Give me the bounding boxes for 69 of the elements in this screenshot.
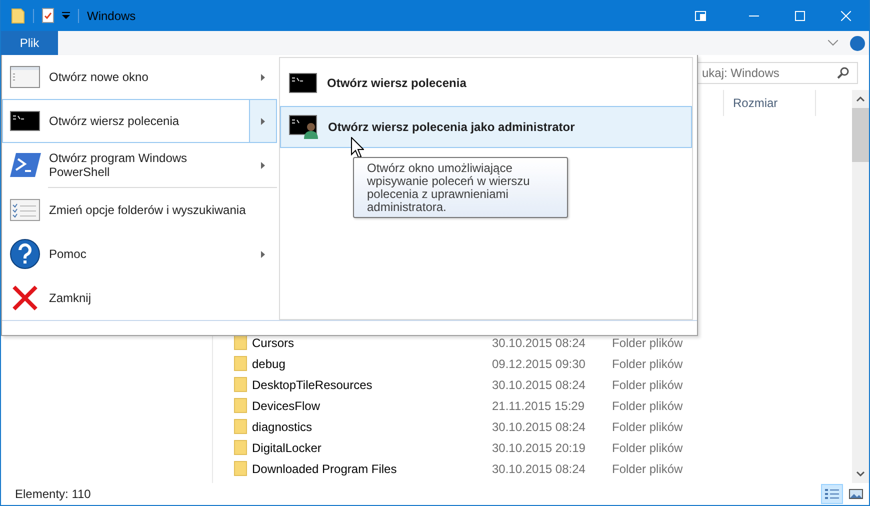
command-prompt-icon (10, 111, 40, 131)
powershell-icon (10, 153, 40, 177)
window-title: Windows (87, 8, 136, 22)
file-name[interactable]: DevicesFlow (252, 398, 492, 412)
file-type: Folder plików (612, 378, 683, 392)
file-name[interactable]: Cursors (252, 336, 492, 350)
menu-item[interactable]: Zmień opcje folderów i wyszukiwania (2, 188, 277, 232)
chevron-down-icon[interactable] (828, 40, 838, 46)
submenu-arrow-icon (261, 74, 265, 80)
folder-icon (234, 461, 247, 476)
file-date: 09.12.2015 09:30 (492, 356, 586, 370)
folder-icon (234, 335, 247, 350)
item-count: Elementy: 110 (15, 487, 91, 501)
dropdown-icon[interactable] (62, 12, 70, 20)
file-name[interactable]: diagnostics (252, 420, 492, 434)
folder-icon[interactable] (11, 8, 25, 24)
file-name[interactable]: debug (252, 356, 492, 370)
column-header[interactable]: Rozmiar (723, 90, 816, 116)
close-icon (12, 285, 38, 311)
file-type: Folder plików (612, 420, 683, 434)
submenu-item[interactable]: Otwórz wiersz polecenia (280, 62, 692, 104)
menu-item[interactable]: Otwórz program Windows PowerShell (2, 143, 277, 187)
folder-icon (234, 377, 247, 392)
window-icon (10, 66, 40, 88)
submenu-arrow-icon (261, 118, 265, 124)
command-prompt-icon (289, 73, 317, 93)
file-type: Folder plików (612, 336, 683, 350)
menu-item[interactable]: Otwórz wiersz polecenia (2, 99, 277, 143)
tablet-icon[interactable] (695, 10, 706, 20)
file-type: Folder plików (612, 356, 683, 370)
scrollbar[interactable] (852, 90, 869, 483)
folder-icon (234, 398, 247, 413)
file-name[interactable]: Downloaded Program Files (252, 462, 492, 476)
file-date: 21.11.2015 15:29 (492, 398, 586, 412)
folder-icon (234, 440, 247, 455)
properties-icon[interactable] (42, 8, 54, 23)
scroll-thumb[interactable] (852, 108, 869, 162)
search-icon (837, 66, 849, 78)
submenu-arrow-icon (261, 250, 265, 258)
file-type: Folder plików (612, 440, 683, 454)
file-date: 30.10.2015 08:24 (492, 420, 586, 434)
file-date: 30.10.2015 08:24 (492, 378, 586, 392)
file-name[interactable]: DigitalLocker (252, 440, 492, 454)
mouse-cursor-icon (351, 137, 364, 158)
maximize-icon (795, 10, 805, 20)
menu-item[interactable]: Otwórz nowe okno (2, 55, 277, 99)
image-icon (849, 488, 863, 500)
admin-prompt-icon (289, 115, 318, 139)
folder-icon (234, 356, 247, 371)
menu-item[interactable]: Zamknij (2, 276, 277, 320)
submenu-arrow-icon (261, 162, 265, 168)
folder-icon (234, 419, 247, 434)
submenu-item[interactable]: Otwórz wiersz polecenia jako administrator (280, 106, 692, 148)
details-list-icon (825, 488, 839, 500)
file-date: 30.10.2015 08:24 (492, 462, 586, 476)
tooltip: Otwórz okno umożliwiające wpisywanie poleceń w wierszu polecenia z uprawnieniami administratora. (353, 157, 568, 218)
file-date: 30.10.2015 20:19 (492, 440, 586, 454)
file-date: 30.10.2015 08:24 (492, 336, 586, 350)
search-field[interactable]: ukaj: Windows (698, 62, 858, 84)
file-name[interactable]: DesktopTileResources (252, 378, 492, 392)
scroll-down-icon[interactable] (856, 471, 865, 477)
file-type: Folder plików (612, 462, 683, 476)
file-tab[interactable]: Plik (1, 31, 58, 55)
close-icon (841, 10, 851, 20)
checklist-icon (10, 199, 40, 221)
scroll-up-icon[interactable] (856, 96, 865, 102)
details-view-button[interactable] (821, 484, 843, 504)
file-type: Folder plików (612, 398, 683, 412)
menu-item[interactable]: Pomoc (2, 232, 277, 276)
